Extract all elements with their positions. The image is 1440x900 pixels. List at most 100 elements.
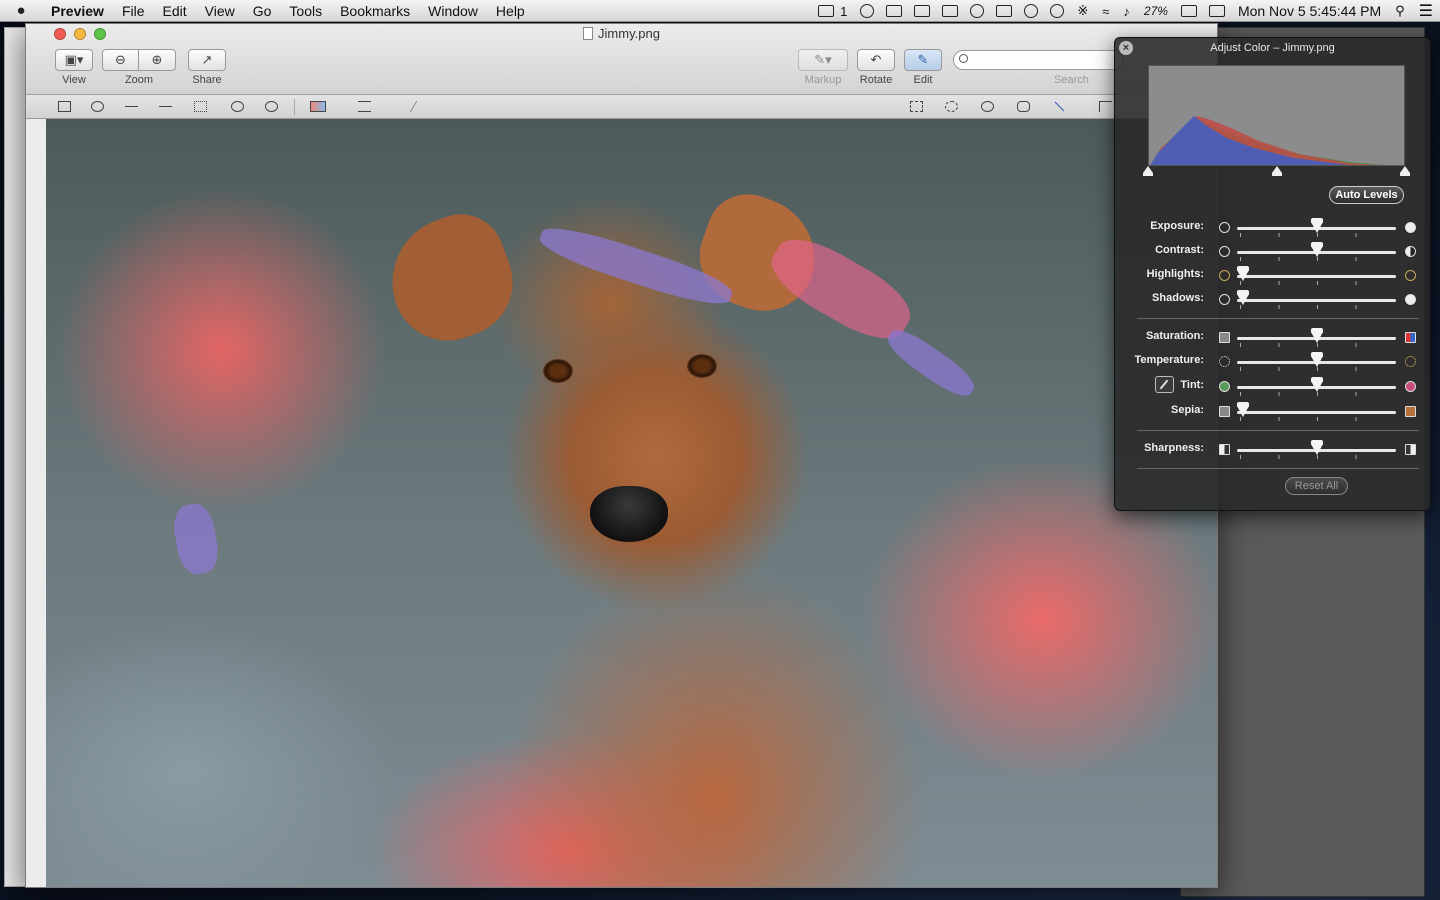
text-tool-icon[interactable] xyxy=(194,101,207,112)
edit-label: Edit xyxy=(913,74,933,86)
rotate-button[interactable]: ↶ xyxy=(857,49,895,71)
notification-center-icon[interactable]: ☰ xyxy=(1412,1,1440,21)
apple-menu-icon[interactable]: ● xyxy=(0,2,42,19)
lock-icon[interactable] xyxy=(942,5,959,17)
speech-bubble-tool-icon[interactable] xyxy=(231,101,244,112)
shadows-label: Shadows: xyxy=(1152,292,1204,304)
highlights-slider-thumb[interactable] xyxy=(1237,266,1250,281)
sepia-label: Sepia: xyxy=(1170,404,1204,416)
dog-right-eye xyxy=(687,354,717,378)
histogram-graph xyxy=(1150,116,1384,165)
color-picker-icon[interactable] xyxy=(310,101,326,112)
adobe-icon[interactable] xyxy=(818,5,835,17)
menu-help[interactable]: Help xyxy=(487,3,534,19)
volume-icon[interactable]: ♪ xyxy=(1116,4,1137,19)
time-machine-icon[interactable] xyxy=(1024,4,1039,18)
shadows-slider-thumb[interactable] xyxy=(1237,290,1250,305)
menu-file[interactable]: File xyxy=(113,3,154,19)
bluetooth-icon[interactable]: ※ xyxy=(1070,3,1095,19)
rectangle-tool-icon[interactable] xyxy=(58,101,71,112)
spotlight-icon[interactable]: ⚲ xyxy=(1388,3,1412,19)
contrast-slider-thumb[interactable] xyxy=(1310,242,1323,257)
sepia-low-icon xyxy=(1219,406,1230,417)
search-icon xyxy=(959,54,968,63)
sepia-slider-track[interactable] xyxy=(1237,411,1396,414)
menu-window[interactable]: Window xyxy=(419,3,487,19)
white-point-handle[interactable] xyxy=(1400,166,1410,176)
menubar-clock[interactable]: Mon Nov 5 5:45:44 PM xyxy=(1231,3,1388,19)
share-label: Share xyxy=(192,74,222,86)
sync-icon[interactable] xyxy=(970,4,985,18)
star-shape-tool-icon[interactable] xyxy=(265,101,278,112)
smart-lasso-icon[interactable] xyxy=(1017,101,1030,112)
reset-all-button[interactable]: Reset All xyxy=(1285,477,1348,495)
menu-view[interactable]: View xyxy=(196,3,244,19)
zoom-group: ⊖ ⊕ Zoom xyxy=(102,49,176,86)
temperature-label: Temperature: xyxy=(1134,354,1204,366)
instant-alpha-icon[interactable] xyxy=(1054,101,1065,112)
panel-title: Adjust Color – Jimmy.png xyxy=(1210,42,1335,54)
rectangular-selection-icon[interactable] xyxy=(910,101,923,112)
sepia-slider-thumb[interactable] xyxy=(1237,402,1250,417)
highlights-slider-track[interactable] xyxy=(1237,275,1396,278)
tint-slider-row: Tint: xyxy=(1115,377,1430,397)
view-group: ▣▾ View xyxy=(55,49,93,86)
document-icon[interactable] xyxy=(583,27,594,40)
midtone-handle[interactable] xyxy=(1271,166,1282,176)
lasso-selection-icon[interactable] xyxy=(981,101,994,112)
keyboard-icon[interactable] xyxy=(996,5,1013,17)
dropbox-icon[interactable] xyxy=(860,4,875,18)
saturation-slider-thumb[interactable] xyxy=(1310,328,1323,343)
dog-left-ear xyxy=(374,202,528,356)
sharpness-slider-thumb[interactable] xyxy=(1310,440,1323,455)
exposure-slider-row: Exposure: xyxy=(1115,218,1430,238)
toolbar-divider xyxy=(294,99,295,115)
menu-tools[interactable]: Tools xyxy=(280,3,331,19)
battery-icon[interactable] xyxy=(1180,5,1197,17)
messages-icon[interactable] xyxy=(1050,4,1065,18)
temperature-slider-row: Temperature: xyxy=(1115,352,1430,372)
shadows-slider-track[interactable] xyxy=(1237,299,1396,302)
markup-button[interactable]: ✎▾ xyxy=(798,49,848,71)
sharpness-label: Sharpness: xyxy=(1144,442,1204,454)
adjust-color-panel: × Adjust Color – Jimmy.png Auto Levels E… xyxy=(1114,37,1431,511)
slider-ticks xyxy=(1240,417,1394,421)
image-canvas[interactable] xyxy=(46,119,1217,887)
auto-levels-button[interactable]: Auto Levels xyxy=(1329,186,1404,204)
exposure-slider-thumb[interactable] xyxy=(1310,218,1323,233)
tint-magenta-icon xyxy=(1405,381,1416,392)
shadows-slider-row: Shadows: xyxy=(1115,290,1430,310)
font-tool-icon[interactable] xyxy=(409,100,418,113)
oval-tool-icon[interactable] xyxy=(91,101,104,112)
contrast-slider-row: Contrast: xyxy=(1115,242,1430,262)
elliptical-selection-icon[interactable] xyxy=(945,101,958,112)
line-tool-icon[interactable] xyxy=(125,106,138,107)
menu-edit[interactable]: Edit xyxy=(154,3,196,19)
tint-slider-thumb[interactable] xyxy=(1310,377,1323,392)
share-button[interactable]: ↗ xyxy=(188,49,226,71)
temperature-slider-thumb[interactable] xyxy=(1310,352,1323,367)
airplay-icon[interactable] xyxy=(886,5,903,17)
highlights-high-icon xyxy=(1405,270,1416,281)
dog-nose xyxy=(590,486,668,542)
black-point-handle[interactable] xyxy=(1143,166,1153,176)
section-divider xyxy=(1137,430,1419,431)
search-input[interactable] xyxy=(953,50,1123,70)
view-button[interactable]: ▣▾ xyxy=(55,49,93,71)
zoom-in-button[interactable]: ⊕ xyxy=(139,49,176,71)
crop-icon[interactable] xyxy=(1099,101,1112,112)
binoculars-icon[interactable] xyxy=(914,5,931,17)
wifi-icon[interactable]: ≈ xyxy=(1095,4,1116,19)
menu-go[interactable]: Go xyxy=(244,3,281,19)
highlights-label: Highlights: xyxy=(1146,268,1204,280)
line-style-icon[interactable] xyxy=(358,101,371,112)
zoom-out-button[interactable]: ⊖ xyxy=(102,49,139,71)
zoom-out-icon: ⊖ xyxy=(115,52,126,67)
arrow-tool-icon[interactable] xyxy=(159,106,172,107)
edit-group: ✎ Edit xyxy=(904,49,942,86)
calendar-icon[interactable] xyxy=(1208,5,1225,17)
battery-percent[interactable]: 27% xyxy=(1137,4,1175,18)
menu-app-name[interactable]: Preview xyxy=(42,3,113,19)
menu-bookmarks[interactable]: Bookmarks xyxy=(331,3,419,19)
edit-button[interactable]: ✎ xyxy=(904,49,942,71)
